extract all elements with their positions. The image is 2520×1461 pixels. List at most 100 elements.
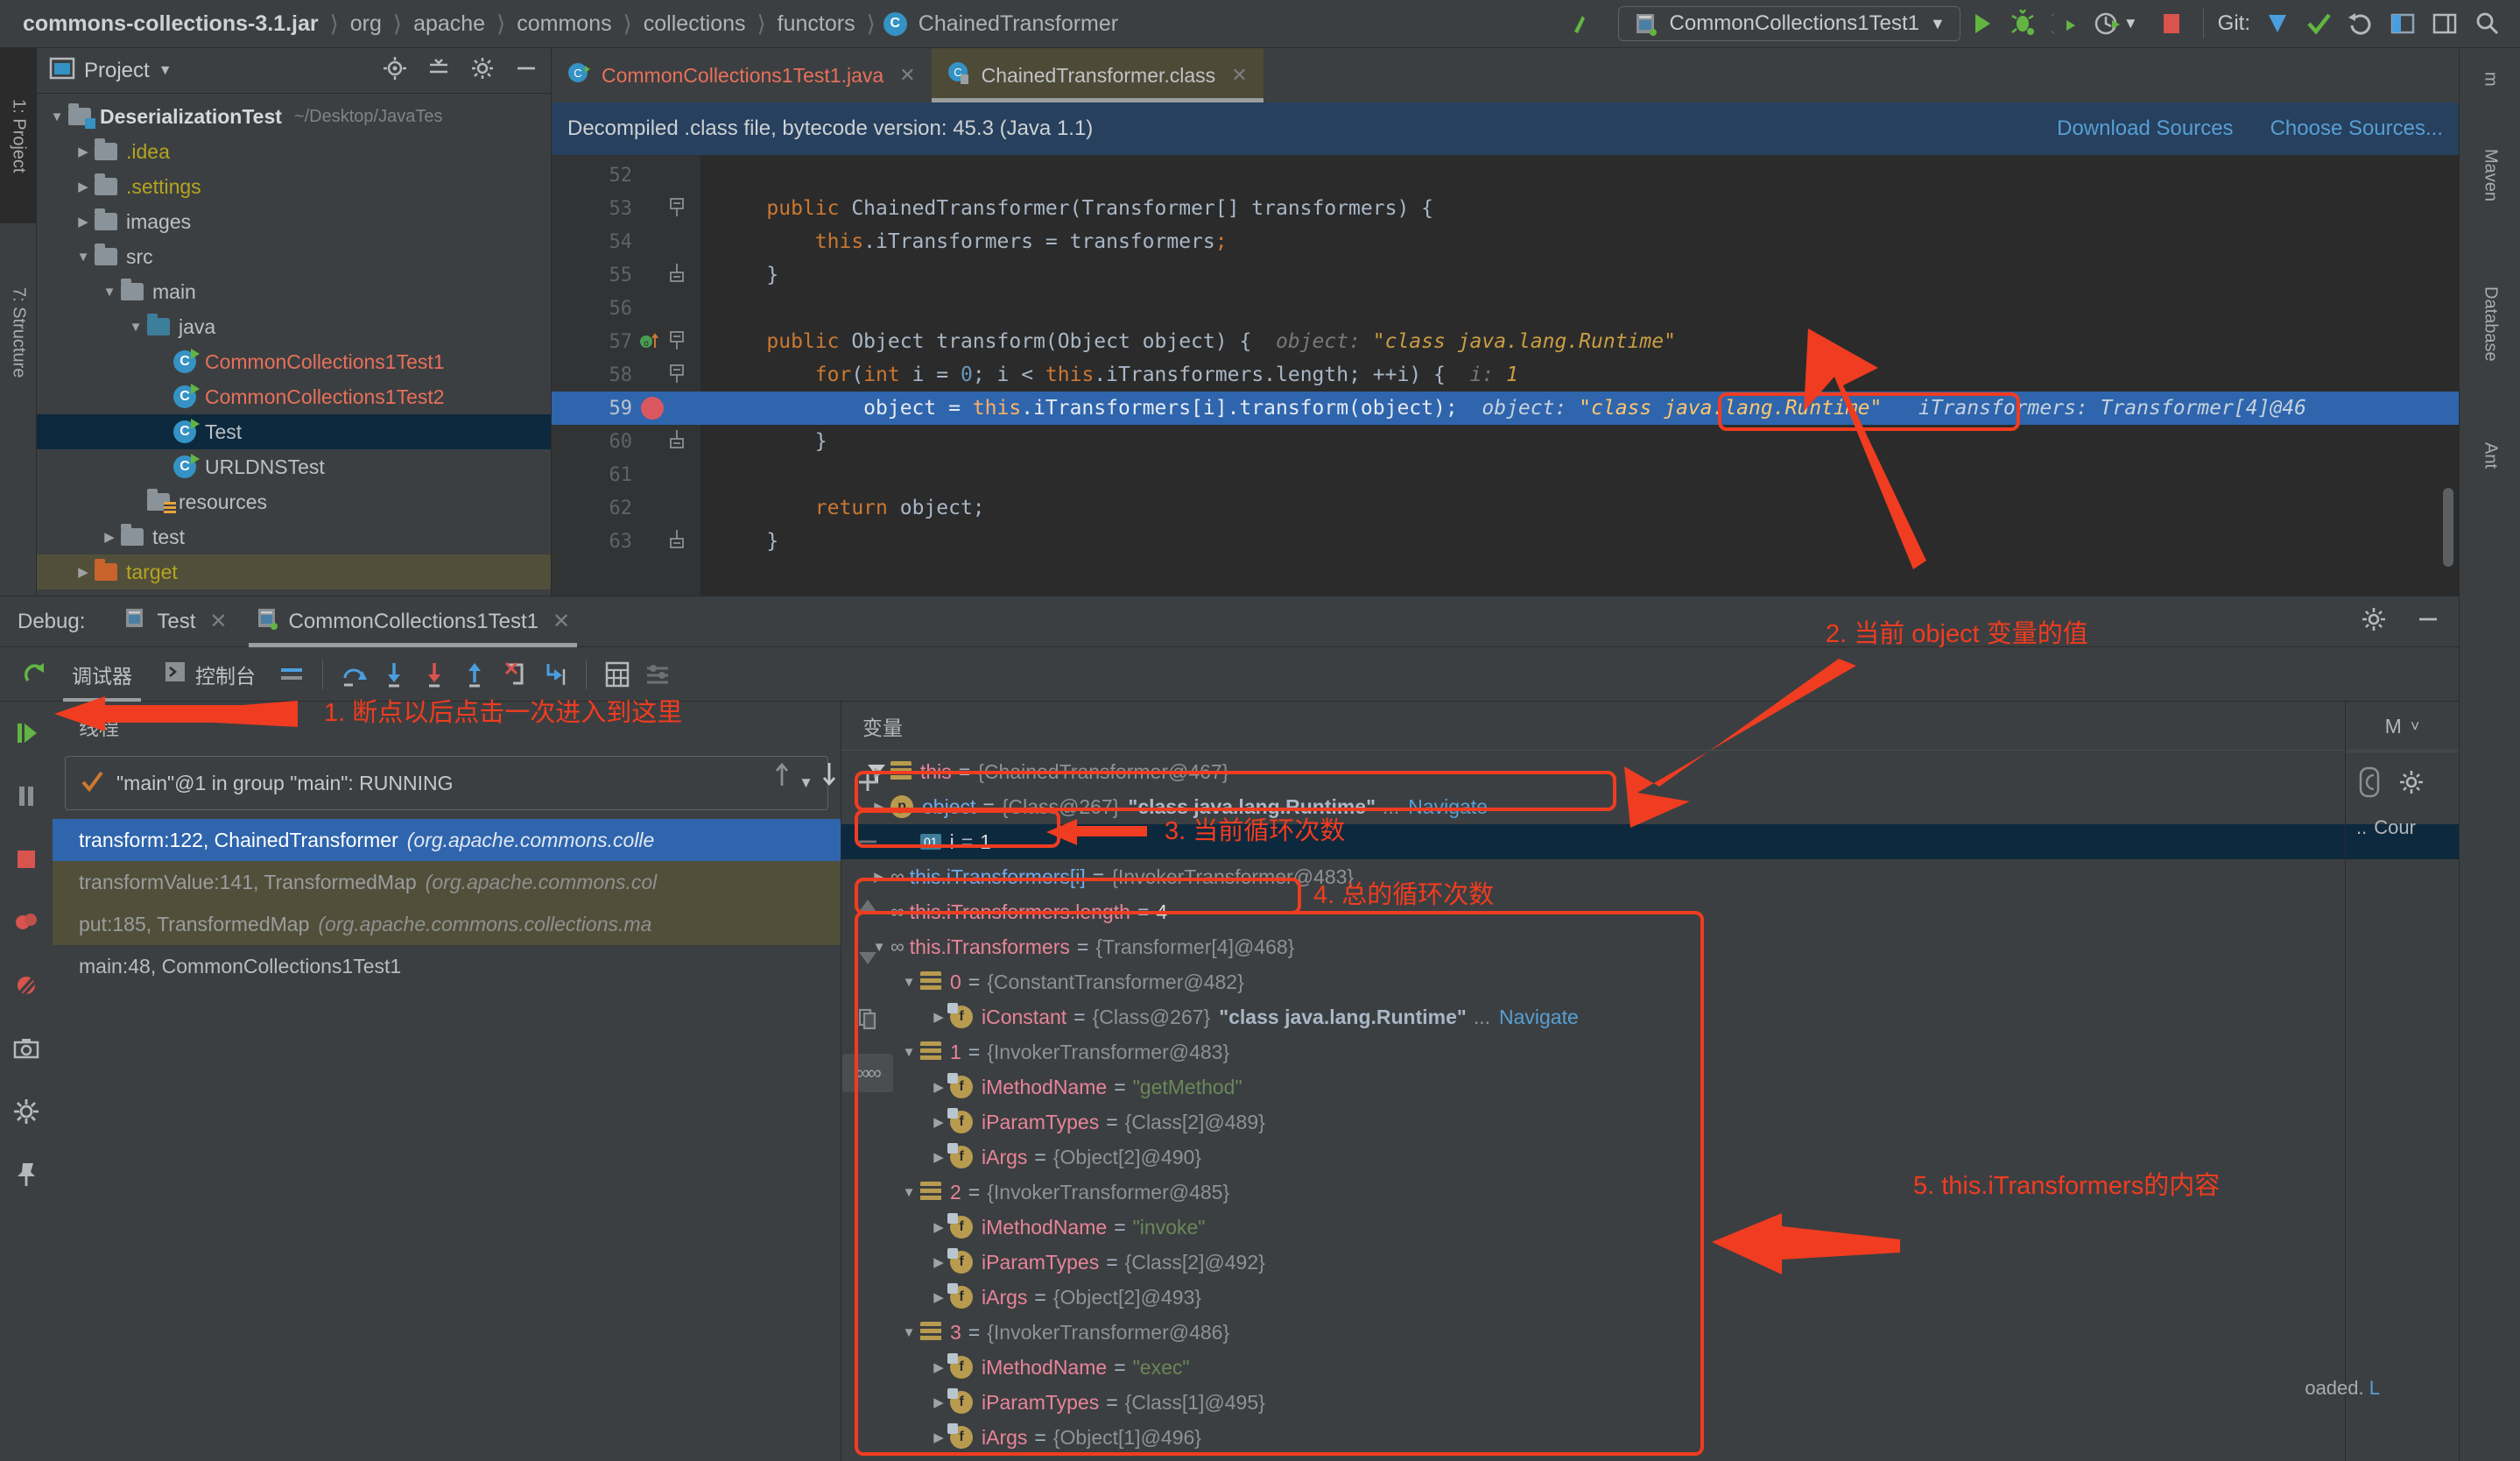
step-into-icon[interactable]	[374, 654, 414, 695]
debug-session-tab-test[interactable]: Test ✕	[109, 596, 241, 647]
tab-chainedtransformer-class[interactable]: C ChainedTransformer.class ✕	[931, 48, 1264, 102]
code-editor[interactable]: 52 53 public ChainedTransformer(Transform…	[552, 155, 2459, 596]
code-line-54[interactable]: 54 this.iTransformers = transformers;	[552, 225, 2459, 258]
resume-program-icon[interactable]	[0, 702, 53, 765]
chevron-down-icon[interactable]: ▼	[897, 1325, 920, 1340]
move-down-icon[interactable]	[842, 938, 893, 977]
run-configuration-selector[interactable]: CommonCollections1Test1 ▼	[1617, 6, 1960, 41]
variable-row[interactable]: ▼ 3 = {InvokerTransformer@486}	[841, 1315, 2459, 1350]
code-line-57[interactable]: 57 o public Object transform(Object objec…	[552, 325, 2459, 358]
code-line-61[interactable]: 61	[552, 458, 2459, 491]
add-watch-icon[interactable]	[842, 763, 893, 801]
chevron-down-icon[interactable]: ▼	[2123, 15, 2138, 32]
gear-icon[interactable]	[0, 1080, 53, 1143]
fold-end-icon[interactable]	[669, 428, 685, 455]
breadcrumb-item-2[interactable]: apache	[410, 11, 489, 37]
close-icon[interactable]: ✕	[209, 609, 227, 634]
variable-row[interactable]: ∞ this.iTransformers.length = 4	[841, 894, 2459, 929]
chevron-down-icon[interactable]: ▼	[897, 975, 920, 990]
fold-start-icon[interactable]	[669, 195, 685, 222]
arrow-up-icon[interactable]	[771, 761, 793, 792]
remove-watch-icon[interactable]	[842, 822, 893, 861]
right-panel-selector-label[interactable]: M	[2385, 715, 2402, 738]
copy-value-icon[interactable]	[842, 999, 893, 1038]
code-line-59[interactable]: 59 object = this.iTransformers[i].transf…	[552, 392, 2459, 425]
sidebar-item-project[interactable]: 1: Project	[0, 48, 37, 223]
tree-item-target[interactable]: ▶ target	[37, 554, 551, 589]
chevron-down-icon[interactable]: ▼	[72, 250, 95, 265]
run-to-cursor-icon[interactable]	[535, 654, 575, 695]
variable-row[interactable]: ▶ f iArgs = {Object[2]@490}	[841, 1140, 2459, 1175]
editor-scrollbar[interactable]	[2443, 488, 2453, 567]
gear-icon[interactable]	[470, 56, 495, 85]
navigate-link[interactable]: Navigate	[1499, 1006, 1579, 1029]
run-with-coverage-icon[interactable]	[2045, 4, 2087, 43]
debug-icon[interactable]	[2003, 4, 2045, 43]
download-sources-link[interactable]: Download Sources	[2057, 116, 2233, 141]
arrow-down-icon[interactable]	[818, 761, 841, 792]
close-icon[interactable]: ✕	[553, 609, 570, 634]
git-rollback-icon[interactable]	[2340, 4, 2382, 43]
frame-row[interactable]: transformValue:141, TransformedMap (org.a…	[53, 861, 841, 903]
code-line-63[interactable]: 63 }	[552, 525, 2459, 558]
pin-icon[interactable]	[0, 1143, 53, 1206]
choose-sources-link[interactable]: Choose Sources...	[2270, 116, 2443, 141]
chevron-down-icon[interactable]: ▼	[897, 1045, 920, 1060]
chevron-down-icon[interactable]: ▼	[897, 1185, 920, 1200]
hide-icon[interactable]	[514, 56, 538, 85]
tree-item-src[interactable]: ▼ src	[37, 239, 551, 274]
chevron-down-icon[interactable]: ▼	[46, 109, 68, 124]
view-breakpoints-icon[interactable]	[0, 891, 53, 954]
rerun-icon[interactable]	[16, 654, 56, 695]
mute-breakpoints-icon[interactable]	[0, 954, 53, 1017]
navigate-link[interactable]: Navigate	[1408, 795, 1488, 819]
variable-row[interactable]: ▼ 0 = {ConstantTransformer@482}	[841, 964, 2459, 999]
tab-commoncollections1test1-java[interactable]: C CommonCollections1Test1.java ✕	[552, 48, 932, 102]
profiler-icon[interactable]	[2087, 4, 2129, 43]
fold-start-icon[interactable]	[669, 328, 685, 356]
minimize-icon[interactable]	[2415, 606, 2441, 637]
variable-row[interactable]: ▶ f iMethodName = "exec"	[841, 1350, 2459, 1385]
settings-icon[interactable]	[637, 654, 678, 695]
layout-settings-icon[interactable]	[271, 654, 312, 695]
breadcrumb-item-0[interactable]: commons-collections-3.1.jar	[19, 11, 322, 37]
chevron-down-icon[interactable]: ▼	[158, 63, 172, 79]
variable-row[interactable]: ▶ f iConstant = {Class@267} "class java.lang.…	[841, 999, 2459, 1034]
gear-icon[interactable]	[2398, 769, 2425, 800]
variable-row[interactable]: ▶ f iParamTypes = {Class[2]@489}	[841, 1105, 2459, 1140]
code-line-56[interactable]: 56	[552, 292, 2459, 325]
git-update-icon[interactable]	[2256, 4, 2298, 43]
locate-icon[interactable]	[383, 56, 407, 85]
variable-row[interactable]: ▶ f iParamTypes = {Class[1]@495}	[841, 1385, 2459, 1420]
tree-item-images[interactable]: ▶ images	[37, 204, 551, 239]
breadcrumb-item-3[interactable]: commons	[513, 11, 615, 37]
tree-item-deserializationtest[interactable]: ▼ DeserializationTest ~/Desktop/JavaTes	[37, 99, 551, 134]
tab-console[interactable]: 控制台	[148, 647, 271, 702]
move-up-icon[interactable]	[842, 887, 893, 926]
evaluate-expression-icon[interactable]	[597, 654, 637, 695]
tree-item-resources[interactable]: resources	[37, 484, 551, 519]
tree-item-test[interactable]: ▶ test	[37, 519, 551, 554]
tree-item--idea[interactable]: ▶ .idea	[37, 134, 551, 169]
tree-item-commoncollections1test2[interactable]: C CommonCollections1Test2	[37, 379, 551, 414]
thread-selector[interactable]: "main"@1 in group "main": RUNNING ▼	[65, 756, 828, 810]
variable-row[interactable]: ▶ p object = {Class@267} "class java.lang.Run…	[841, 789, 2459, 824]
search-icon[interactable]	[2466, 4, 2508, 43]
variable-row[interactable]: ▼ 2 = {InvokerTransformer@485}	[841, 1175, 2459, 1210]
close-icon[interactable]: ✕	[899, 64, 915, 87]
chevron-down-icon[interactable]: ˅	[2411, 717, 2420, 736]
method-breakpoint-icon[interactable]: o	[639, 330, 658, 353]
tree-item-test[interactable]: C Test	[37, 414, 551, 449]
code-line-53[interactable]: 53 public ChainedTransformer(Transformer…	[552, 192, 2459, 225]
code-line-55[interactable]: 55 }	[552, 258, 2459, 292]
breakpoint-icon[interactable]	[641, 397, 664, 420]
breadcrumb-item-5[interactable]: functors	[774, 11, 859, 37]
chevron-right-icon[interactable]: ▶	[72, 144, 95, 159]
git-history-icon[interactable]	[2382, 4, 2424, 43]
variable-row[interactable]: ▶ f iParamTypes = {Class[2]@492}	[841, 1245, 2459, 1280]
fold-end-icon[interactable]	[669, 262, 685, 289]
sidebar-item-database[interactable]: Database	[2460, 241, 2520, 407]
frame-row[interactable]: transform:122, ChainedTransformer (org.ap…	[53, 819, 841, 861]
chevron-down-icon[interactable]: ▼	[124, 320, 147, 335]
drop-frame-icon[interactable]	[495, 654, 535, 695]
